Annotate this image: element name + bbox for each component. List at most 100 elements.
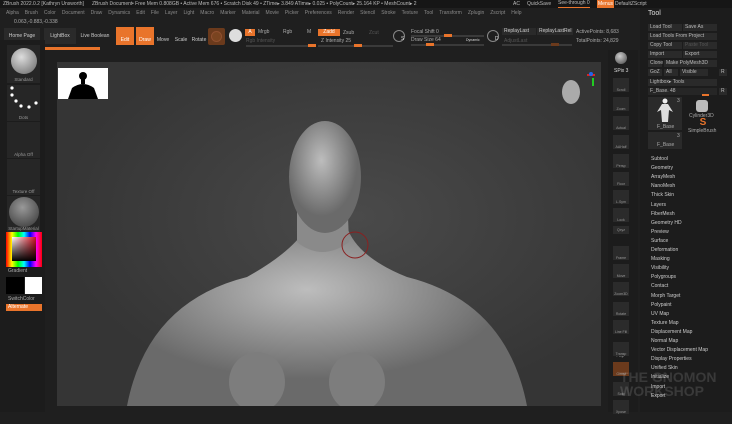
- tool-thumb-simplebrush[interactable]: S SimpleBrush: [688, 118, 718, 135]
- move-button[interactable]: Move: [155, 27, 171, 45]
- tool-btn-all[interactable]: All: [664, 69, 678, 76]
- shelf-frame-button[interactable]: Frame: [613, 246, 629, 260]
- shelf-move-button[interactable]: Move: [613, 264, 629, 278]
- shelf-qxyz-button[interactable]: Qxyz: [613, 226, 629, 234]
- z-intensity-track[interactable]: [318, 44, 393, 47]
- zsub-button[interactable]: Zsub: [343, 30, 354, 36]
- shelf-rotate-button[interactable]: Rotate: [613, 302, 629, 316]
- menu-stencil[interactable]: Stencil: [360, 10, 375, 16]
- live-boolean-button[interactable]: Live Boolean: [78, 28, 112, 44]
- lightbox-button[interactable]: LightBox: [44, 28, 76, 44]
- tool-btn-save-as[interactable]: Save As: [683, 24, 717, 31]
- menu-dynamics[interactable]: Dynamics: [108, 10, 130, 16]
- tool-thumb-cylinder[interactable]: Cylinder3D: [689, 100, 714, 119]
- menu-brush[interactable]: Brush: [25, 10, 38, 16]
- shelf-transp-button[interactable]: Transp: [613, 342, 629, 356]
- shelf-floor-button[interactable]: Floor: [613, 172, 629, 186]
- tool-section-surface[interactable]: Surface: [651, 238, 668, 244]
- shelf-zoom3d-button[interactable]: Zoom3D: [613, 282, 629, 296]
- tool-section-displacement-map[interactable]: Displacement Map: [651, 329, 692, 335]
- menu-zplugin[interactable]: Zplugin: [468, 10, 484, 16]
- spotlight-icon[interactable]: [229, 29, 242, 42]
- replay-last-button[interactable]: ReplayLast: [502, 28, 536, 35]
- menus-button[interactable]: Menus: [597, 0, 615, 8]
- tool-section-uv-map[interactable]: UV Map: [651, 311, 669, 317]
- tool-section-display-properties[interactable]: Display Properties: [651, 356, 692, 362]
- draw-size-track[interactable]: [411, 43, 484, 46]
- menu-marker[interactable]: Marker: [220, 10, 236, 16]
- viewport-canvas[interactable]: [57, 62, 601, 406]
- menu-preferences[interactable]: Preferences: [305, 10, 332, 16]
- shelf-actual-button[interactable]: Actual: [613, 116, 629, 130]
- tool-btn-load-tool[interactable]: Load Tool: [648, 24, 682, 31]
- tool-section-thick-skin[interactable]: Thick Skin: [651, 192, 674, 198]
- tool-section-nanomesh[interactable]: NanoMesh: [651, 183, 675, 189]
- mrgb-button[interactable]: Mrgb: [258, 29, 269, 35]
- ac-button[interactable]: AC: [513, 0, 520, 8]
- switch-color-button[interactable]: SwitchColor: [8, 296, 35, 302]
- tool-section-geometry[interactable]: Geometry: [651, 165, 673, 171]
- rgb-intensity-track[interactable]: [246, 44, 316, 47]
- secondary-color-swatch[interactable]: [25, 277, 42, 294]
- color-picker[interactable]: [6, 232, 42, 267]
- rgb-button[interactable]: Rgb: [283, 29, 292, 35]
- menu-light[interactable]: Light: [183, 10, 194, 16]
- shelf-scroll-button[interactable]: Scroll: [613, 78, 629, 92]
- shelf-lock-button[interactable]: Lock: [613, 208, 629, 222]
- main-color-swatch[interactable]: [6, 277, 24, 294]
- material-swatch-button[interactable]: [208, 28, 225, 45]
- menu-picker[interactable]: Picker: [285, 10, 299, 16]
- replay-last-rel-button[interactable]: ReplayLastRel: [537, 28, 573, 35]
- tool-section-polygroups[interactable]: Polygroups: [651, 274, 676, 280]
- tool-section-deformation[interactable]: Deformation: [651, 247, 678, 253]
- alpha-thumbnail[interactable]: Alpha Off: [7, 122, 40, 158]
- tool-btn-visible[interactable]: Visible: [680, 69, 708, 76]
- alternate-button[interactable]: Alternate: [6, 304, 42, 311]
- menu-layer[interactable]: Layer: [165, 10, 178, 16]
- menu-document[interactable]: Document: [62, 10, 85, 16]
- menu-render[interactable]: Render: [338, 10, 354, 16]
- tool-section-texture-map[interactable]: Texture Map: [651, 320, 679, 326]
- scale-button[interactable]: Scale: [173, 27, 189, 45]
- tool-btn-clone[interactable]: Clone: [648, 60, 663, 67]
- tool-section-layers[interactable]: Layers: [651, 202, 666, 208]
- menu-stroke[interactable]: Stroke: [381, 10, 395, 16]
- menu-texture[interactable]: Texture: [402, 10, 418, 16]
- tool-section-arraymesh[interactable]: ArrayMesh: [651, 174, 675, 180]
- menu-edit[interactable]: Edit: [136, 10, 145, 16]
- tool-section-contact[interactable]: Contact: [651, 283, 668, 289]
- rgb-intensity-slider[interactable]: Rgb Intensity: [246, 38, 275, 44]
- fbase-r-button[interactable]: R: [719, 88, 727, 95]
- menu-transform[interactable]: Transform: [439, 10, 462, 16]
- tool-section-geometry-hd[interactable]: Geometry HD: [651, 220, 682, 226]
- tool-btn-import[interactable]: Import: [648, 51, 682, 58]
- menu-material[interactable]: Material: [242, 10, 260, 16]
- brush-thumbnail[interactable]: Standard: [7, 45, 40, 83]
- tool-btn-make-polymesh3d[interactable]: Make PolyMesh3D: [664, 60, 717, 67]
- menu-help[interactable]: Help: [511, 10, 521, 16]
- shelf-zoom-button[interactable]: Zoom: [613, 97, 629, 111]
- menu-movie[interactable]: Movie: [266, 10, 279, 16]
- tool-btn-r[interactable]: R: [719, 69, 727, 76]
- tool-btn-goz[interactable]: GoZ: [648, 69, 662, 76]
- tool-section-subtool[interactable]: Subtool: [651, 156, 668, 162]
- tool-btn-copy-tool[interactable]: Copy Tool: [648, 42, 682, 49]
- stroke-thumbnail[interactable]: Dots: [7, 85, 40, 121]
- z-intensity-slider[interactable]: Z Intensity 25: [321, 38, 351, 44]
- edit-button[interactable]: Edit: [116, 27, 134, 45]
- menu-macro[interactable]: Macro: [200, 10, 214, 16]
- material-thumbnail[interactable]: StartupMaterial: [7, 196, 40, 232]
- adjust-last-track[interactable]: [502, 43, 572, 46]
- rotate-button[interactable]: Rotate: [191, 27, 207, 45]
- tool-btn-export[interactable]: Export: [683, 51, 717, 58]
- tool-section-masking[interactable]: Masking: [651, 256, 670, 262]
- shelf-l-sym-button[interactable]: L.Sym: [613, 190, 629, 204]
- s-circle-icon[interactable]: S: [393, 30, 405, 42]
- tool-section-visibility[interactable]: Visibility: [651, 265, 669, 271]
- d-circle-icon[interactable]: D: [487, 30, 499, 42]
- texture-thumbnail[interactable]: Texture Off: [7, 159, 40, 195]
- menu-file[interactable]: File: [151, 10, 159, 16]
- zadd-button[interactable]: Zadd: [318, 29, 340, 36]
- a-button[interactable]: A: [245, 29, 255, 36]
- menu-tool[interactable]: Tool: [424, 10, 433, 16]
